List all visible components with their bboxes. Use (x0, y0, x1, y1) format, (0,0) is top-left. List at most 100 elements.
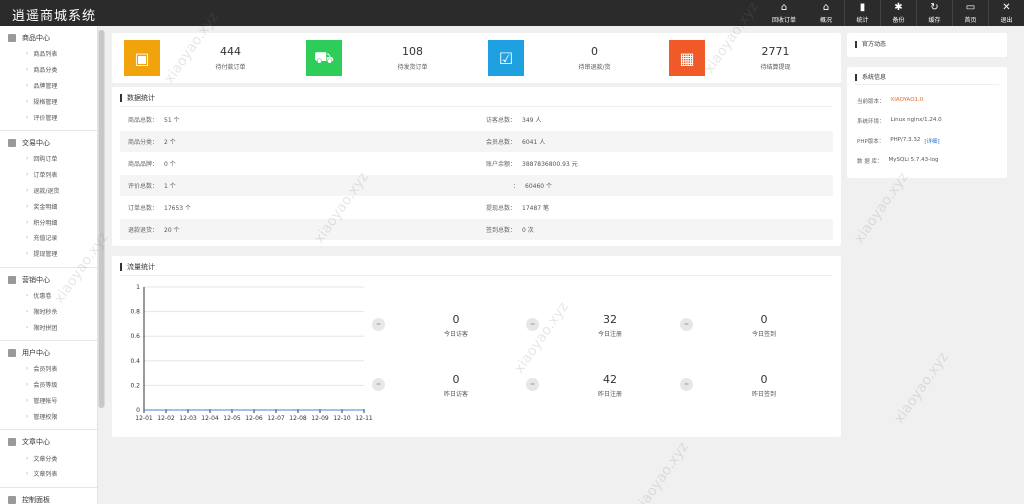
sidebar-group: 控制面板 (0, 486, 97, 504)
stats-card: ▣ 444 待付款订单 ⛟ 108 待发货订单 ☑ 0 待审退款/货 ▦ 2771 待结算提现 (112, 33, 841, 83)
stat-tile[interactable]: ▣ 444 待付款订单 (118, 37, 299, 80)
traffic-line-chart: 0 0.2 0.4 0.6 0.8 1 12-01 12-02 12-03 12-04 12-05 1… (130, 284, 372, 422)
data-point (297, 409, 299, 411)
topnav-item-5[interactable]: ▭ 首页 (952, 0, 988, 26)
chevron-right-icon: › (26, 396, 29, 404)
sidebar-item-label: 管理帐号 (33, 397, 58, 405)
sidebar-item-label: 管理权限 (33, 413, 58, 421)
data-point (143, 409, 145, 411)
sidebar-item-label: 奖金明细 (33, 203, 58, 211)
sidebar-item[interactable]: › 商品分类 (0, 62, 97, 78)
stat-value: 3887836800.93 元 (522, 161, 578, 168)
chevron-right-icon: › (26, 155, 29, 163)
calculator-icon: ▦ (669, 40, 705, 76)
sidebar-item-label: 限时拼团 (33, 324, 58, 332)
sidebar-group-title[interactable]: 控制面板 (0, 492, 97, 504)
sidebar-item[interactable]: › 会员列表 (0, 361, 97, 377)
topnav-item-1[interactable]: ⌂ 概况 (808, 0, 844, 26)
home-icon: ⌂ (780, 1, 788, 13)
equals-icon: = (680, 318, 693, 331)
sidebar-group-title[interactable]: 营销中心 (0, 272, 97, 288)
sidebar-item[interactable]: › 积分明细 (0, 214, 97, 230)
system-info-key: 当前版本： (857, 99, 885, 105)
chevron-right-icon: › (26, 218, 29, 226)
x-tick-label: 12-01 (135, 415, 153, 422)
sidebar-item[interactable]: › 退款/退货 (0, 183, 97, 199)
sidebar-item[interactable]: › 管理帐号 (0, 393, 97, 409)
stat-key: 提现总数： (486, 205, 517, 212)
sidebar-item[interactable]: › 文章分类 (0, 450, 97, 466)
php-detail-link[interactable]: [详细] (924, 137, 939, 145)
stat-key: ： (513, 183, 520, 190)
sidebar-item-label: 会员等级 (33, 382, 58, 390)
flow-stat-label: 昨日注册 (597, 391, 622, 398)
sidebar-item[interactable]: › 管理权限 (0, 408, 97, 424)
sidebar-group-label: 商品中心 (22, 34, 50, 42)
sidebar-group-title[interactable]: 商品中心 (0, 30, 97, 46)
sidebar-group-title[interactable]: 文章中心 (0, 434, 97, 450)
sidebar-item[interactable]: › 奖金明细 (0, 198, 97, 214)
stat-tile[interactable]: ⛟ 108 待发货订单 (300, 37, 481, 80)
sidebar-item[interactable]: › 品牌管理 (0, 78, 97, 94)
sidebar-group-title[interactable]: 交易中心 (0, 135, 97, 151)
sidebar-item-label: 订单列表 (33, 172, 58, 180)
sidebar-item[interactable]: › 回购订单 (0, 151, 97, 167)
topnav-item-2[interactable]: ▮ 统计 (844, 0, 880, 26)
sidebar-item[interactable]: › 订单列表 (0, 167, 97, 183)
sidebar-group-label: 交易中心 (22, 138, 50, 147)
sidebar-item[interactable]: › 评价管理 (0, 109, 97, 125)
stat-key: 退款退货： (128, 227, 159, 234)
topnav-item-3[interactable]: ✱ 备份 (880, 0, 916, 26)
stat-tile[interactable]: ☑ 0 待审退款/货 (482, 37, 663, 80)
sidebar-item[interactable]: › 规格管理 (0, 93, 97, 109)
sidebar-scrollbar[interactable] (98, 30, 105, 408)
sidebar-item-label: 商品列表 (33, 51, 58, 59)
sidebar-group-label: 用户中心 (22, 348, 50, 357)
group-icon (8, 34, 16, 42)
data-point (253, 409, 255, 411)
close-icon: ✕ (1002, 1, 1011, 13)
topnav-item-0[interactable]: ⌂ 回收订单 (760, 0, 808, 26)
sidebar-group-label: 控制面板 (22, 495, 50, 504)
data-point (209, 409, 211, 411)
flow-stat-label: 今日访客 (443, 331, 468, 338)
topnav-item-4[interactable]: ↻ 缓存 (916, 0, 952, 26)
system-info-key: 数 据 库： (857, 159, 883, 165)
flow-stat-value: 0 (760, 373, 768, 386)
y-tick-label: 0.2 (130, 382, 140, 389)
chevron-right-icon: › (26, 381, 29, 389)
stat-label: 待付款订单 (215, 64, 246, 71)
chevron-right-icon: › (26, 202, 29, 210)
sidebar-item[interactable]: › 提现管理 (0, 246, 97, 262)
stat-key: 账户余额： (486, 161, 517, 168)
sidebar-item[interactable]: › 充值记录 (0, 230, 97, 246)
data-stats-row: 退款退货： 20 个 签到总数： 0 次 (120, 219, 833, 240)
sidebar-item-label: 评价管理 (33, 114, 58, 122)
sidebar-group-title[interactable]: 用户中心 (0, 345, 97, 361)
app-title: 逍遥商城系统 (12, 9, 97, 24)
topnav-label: 缓存 (928, 16, 941, 24)
sidebar-item[interactable]: › 限时拼团 (0, 319, 97, 335)
scrollbar-thumb[interactable] (99, 30, 104, 408)
topnav-item-6[interactable]: ✕ 退出 (988, 0, 1024, 26)
sidebar-item[interactable]: › 商品列表 (0, 46, 97, 62)
sidebar-item[interactable]: › 优惠卷 (0, 288, 97, 304)
chevron-right-icon: › (26, 66, 29, 74)
group-icon (8, 495, 16, 504)
stat-tile[interactable]: ▦ 2771 待结算提现 (663, 37, 844, 80)
stat-value: 1 个 (164, 183, 176, 190)
sidebar-item[interactable]: › 会员等级 (0, 377, 97, 393)
system-info-value: XIAOYAO1.0 (890, 97, 924, 103)
gear-icon: ✱ (894, 1, 903, 13)
divider (120, 106, 833, 107)
data-stats-row: 评价总数： 1 个 ： 60460 个 (120, 175, 833, 196)
check-box-icon: ☑ (488, 40, 524, 76)
y-tick-label: 0.8 (130, 309, 140, 316)
stat-label: 待审退款/货 (578, 64, 611, 71)
stat-key: 访客总数： (486, 117, 517, 124)
stat-value: 17487 笔 (522, 205, 550, 212)
stat-key: 商品总数： (128, 117, 159, 124)
sidebar-item[interactable]: › 文章列表 (0, 466, 97, 482)
sidebar-item[interactable]: › 限时秒杀 (0, 303, 97, 319)
sidebar-item-label: 规格管理 (33, 98, 58, 106)
